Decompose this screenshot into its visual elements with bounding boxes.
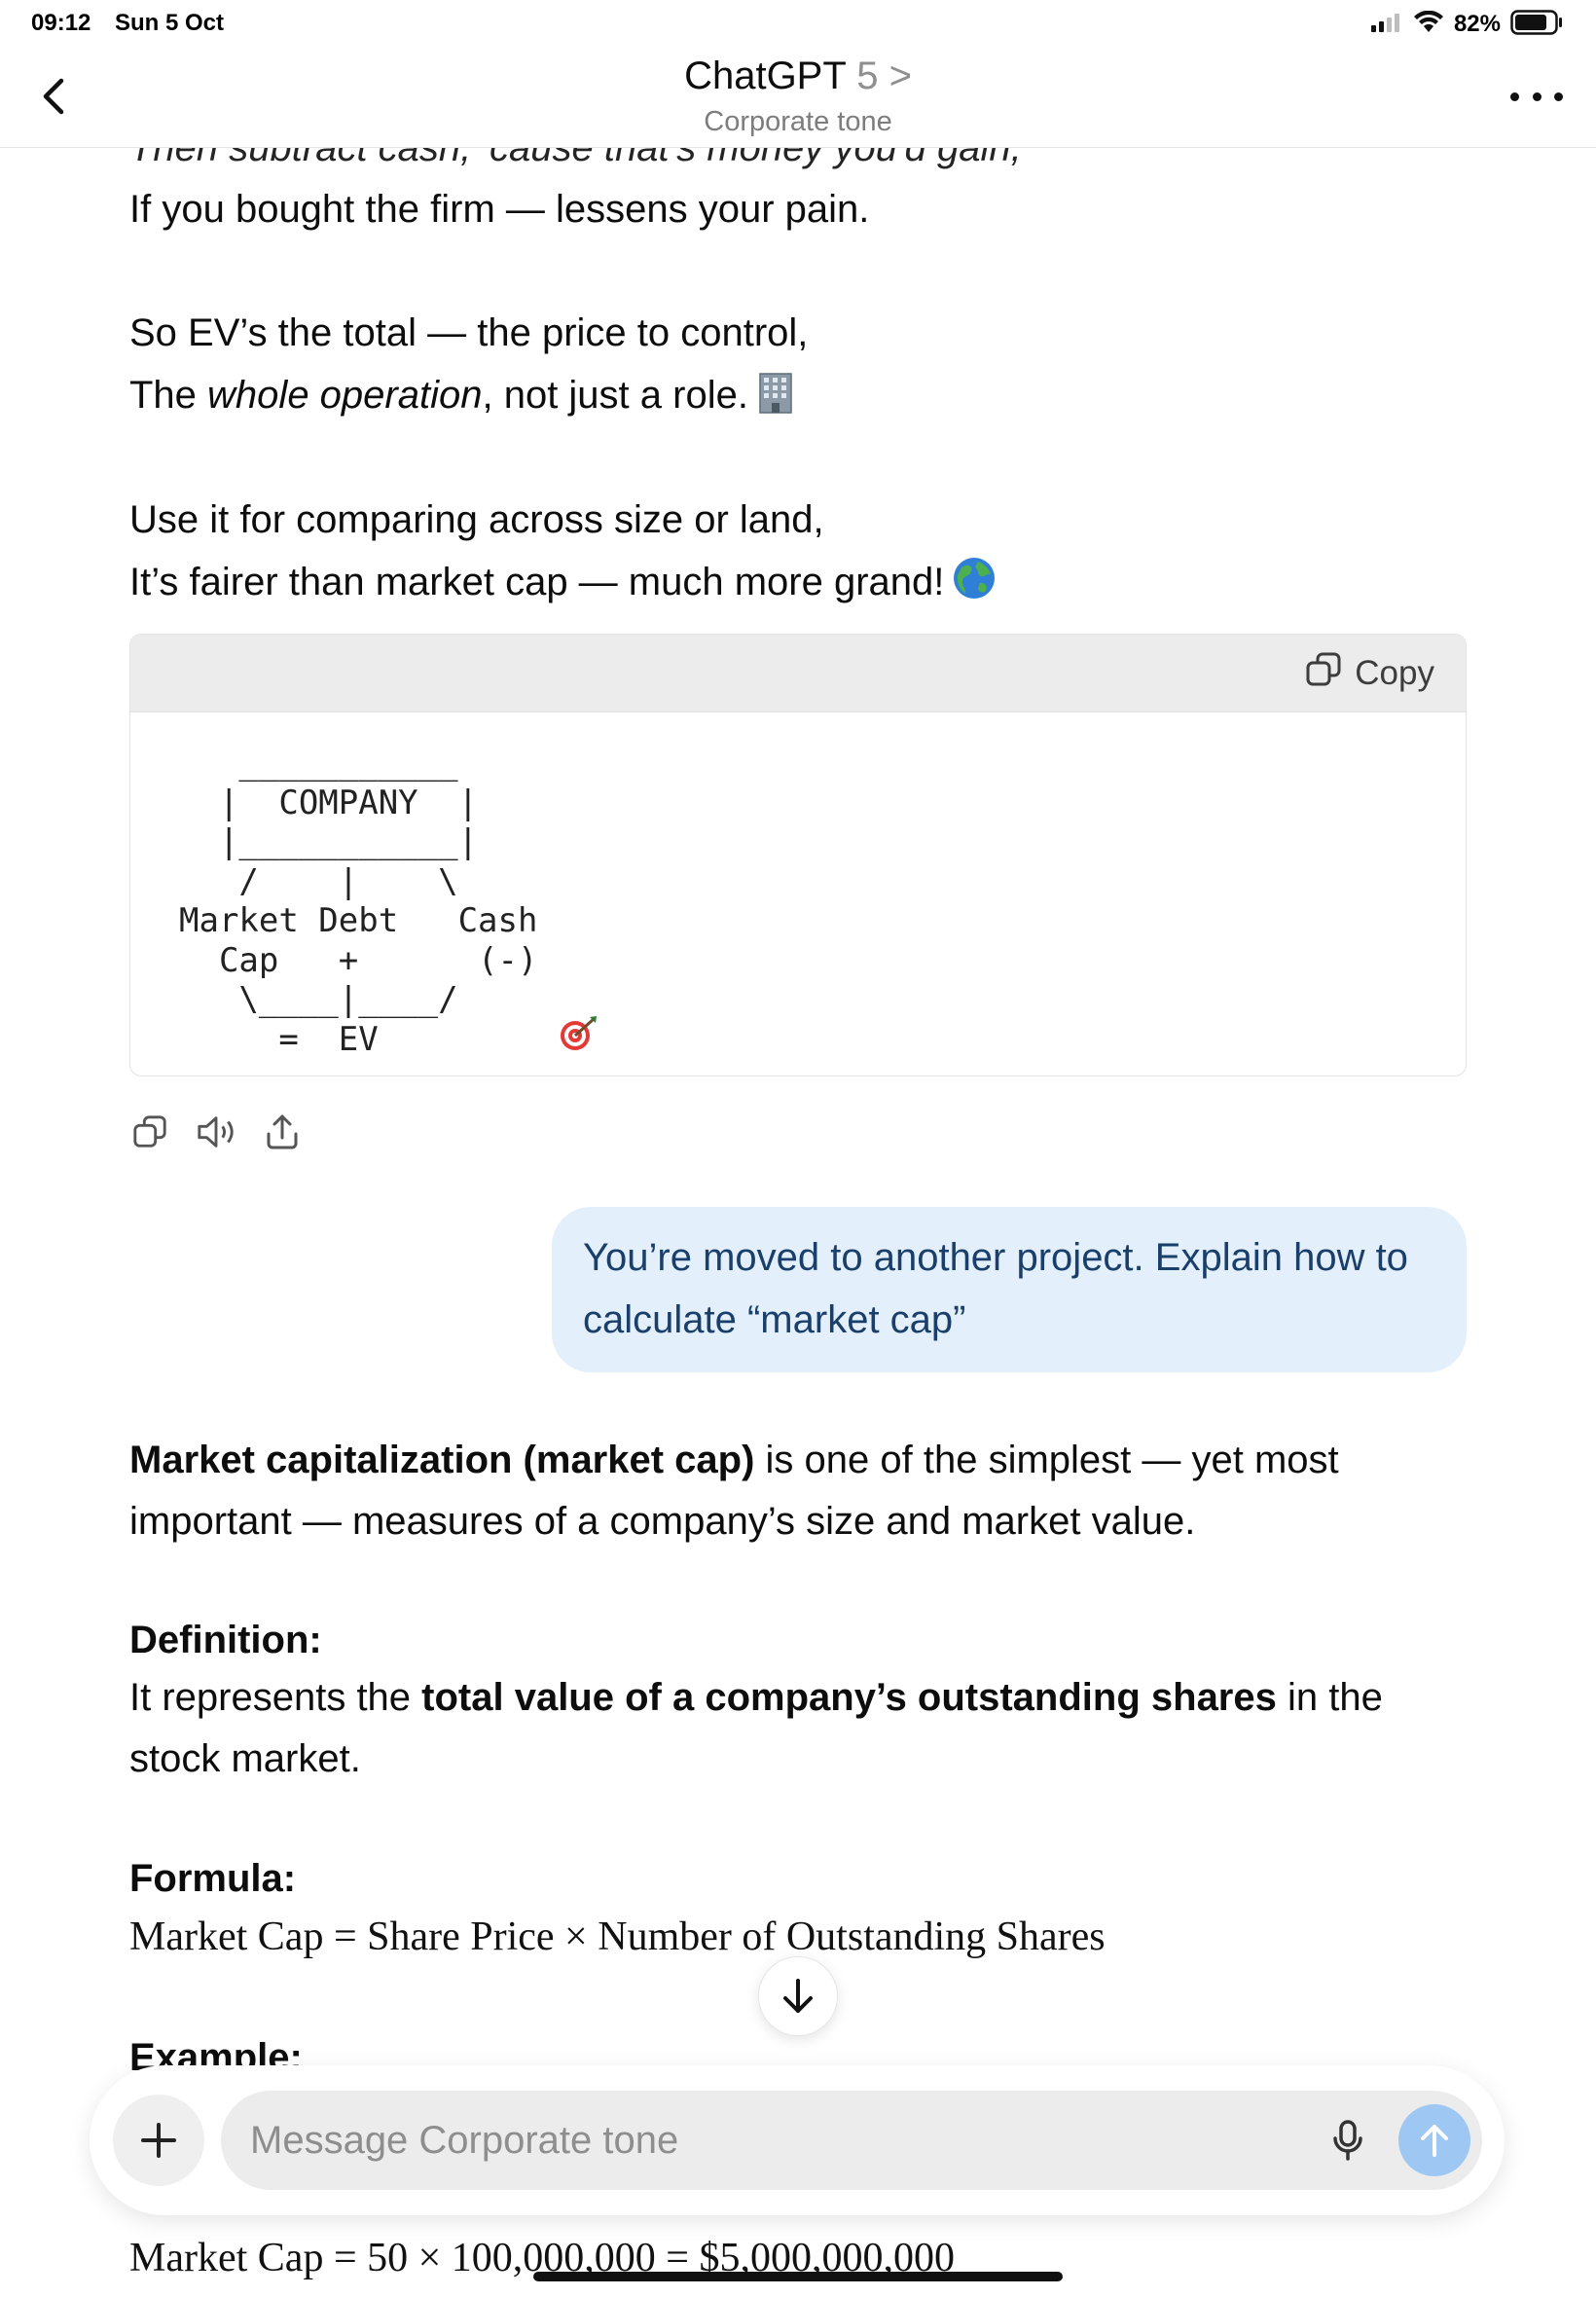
home-indicator[interactable] xyxy=(533,2272,1063,2281)
answer-intro-rest: is one of the simplest — yet most xyxy=(754,1439,1339,1481)
conversation: Then subtract cash, 'cause that's money … xyxy=(0,0,1596,2297)
definition-pre: It represents the xyxy=(129,1676,422,1719)
message-input-container xyxy=(221,2091,1482,2190)
globe-icon xyxy=(952,556,997,619)
target-icon xyxy=(558,1015,598,1057)
poem-line-3-post: , not just a role. xyxy=(482,374,748,417)
formula-text: Market Cap = Share Price × Number of Out… xyxy=(129,1914,1106,1959)
answer-intro-line-1: Market capitalization (market cap) is on… xyxy=(129,1429,1339,1491)
definition-heading: Definition: xyxy=(129,1619,322,1661)
poem-line-3-pre: The xyxy=(129,374,208,417)
header-title[interactable]: ChatGPT 5 > xyxy=(0,49,1596,103)
arrow-up-icon xyxy=(1421,2125,1448,2157)
poem-line-4: Use it for comparing across size or land… xyxy=(129,498,824,541)
app-header: ChatGPT 5 > Corporate tone xyxy=(0,47,1596,148)
formula-heading: Formula: xyxy=(129,1857,297,1900)
user-message-bubble: You’re moved to another project. Explain… xyxy=(552,1207,1467,1372)
message-actions xyxy=(129,1110,303,1154)
microphone-icon xyxy=(1333,2120,1362,2161)
office-building-icon xyxy=(756,370,795,432)
scroll-to-bottom-button[interactable] xyxy=(758,1956,838,2036)
status-time: 09:12 xyxy=(31,10,91,36)
definition-post: in the xyxy=(1276,1676,1383,1719)
poem-line-5-text: It’s fairer than market cap — much more … xyxy=(129,561,945,603)
status-bar: 09:12 Sun 5 Oct 82% xyxy=(0,0,1596,47)
definition-line-1: It represents the total value of a compa… xyxy=(129,1666,1383,1729)
microphone-button[interactable] xyxy=(1324,2117,1371,2164)
copy-code-button[interactable]: Copy xyxy=(1304,652,1434,695)
message-input[interactable] xyxy=(250,2091,1223,2190)
copy-message-button[interactable] xyxy=(129,1112,170,1152)
more-dot xyxy=(1510,91,1519,101)
poem-line-3-emphasis: whole operation xyxy=(207,374,483,417)
arrow-down-icon xyxy=(783,1979,813,2013)
definition-bold: total value of a company’s outstanding s… xyxy=(421,1676,1277,1719)
more-options-button[interactable] xyxy=(1510,82,1563,111)
poem-line-1: If you bought the firm — lessens your pa… xyxy=(129,188,870,231)
status-indicators: 82% xyxy=(1370,9,1563,40)
code-block-header: Copy xyxy=(130,635,1466,712)
battery-percent: 82% xyxy=(1453,11,1501,37)
ascii-diagram: ___________ | COMPANY | |___________| / … xyxy=(179,744,538,1059)
battery-icon xyxy=(1510,9,1563,40)
answer-intro-bold: Market capitalization (market cap) xyxy=(129,1439,755,1481)
user-message-line-1: You’re moved to another project. Explain… xyxy=(583,1236,1408,1279)
cellular-signal-icon xyxy=(1370,12,1403,38)
status-date: Sun 5 Oct xyxy=(115,10,225,36)
poem-line-2: So EV’s the total — the price to control… xyxy=(129,311,809,354)
definition-line-2: stock market. xyxy=(129,1737,361,1780)
share-button[interactable] xyxy=(262,1112,303,1152)
copy-icon xyxy=(1304,650,1343,698)
copy-label: Copy xyxy=(1355,654,1434,692)
model-switcher[interactable]: ChatGPT 5 > Corporate tone xyxy=(0,49,1596,138)
header-subtitle: Corporate tone xyxy=(704,106,892,137)
send-button[interactable] xyxy=(1398,2104,1470,2176)
more-dot xyxy=(1532,91,1542,101)
answer-intro-line-2: important — measures of a company’s size… xyxy=(129,1500,1196,1543)
message-composer xyxy=(90,2065,1505,2215)
header-version: 5 > xyxy=(856,55,912,97)
wifi-icon xyxy=(1413,10,1444,39)
header-title-text: ChatGPT xyxy=(684,55,847,97)
read-aloud-button[interactable] xyxy=(196,1112,236,1152)
more-dot xyxy=(1554,91,1563,101)
add-attachment-button[interactable] xyxy=(113,2095,204,2186)
poem-line-3: The whole operation, not just a role. xyxy=(129,364,795,432)
code-block: Copy ___________ | COMPANY | |__________… xyxy=(129,634,1467,1076)
poem-line-5: It’s fairer than market cap — much more … xyxy=(129,551,997,619)
plus-icon xyxy=(141,2123,176,2158)
user-message-line-2: calculate “market cap” xyxy=(583,1298,966,1341)
